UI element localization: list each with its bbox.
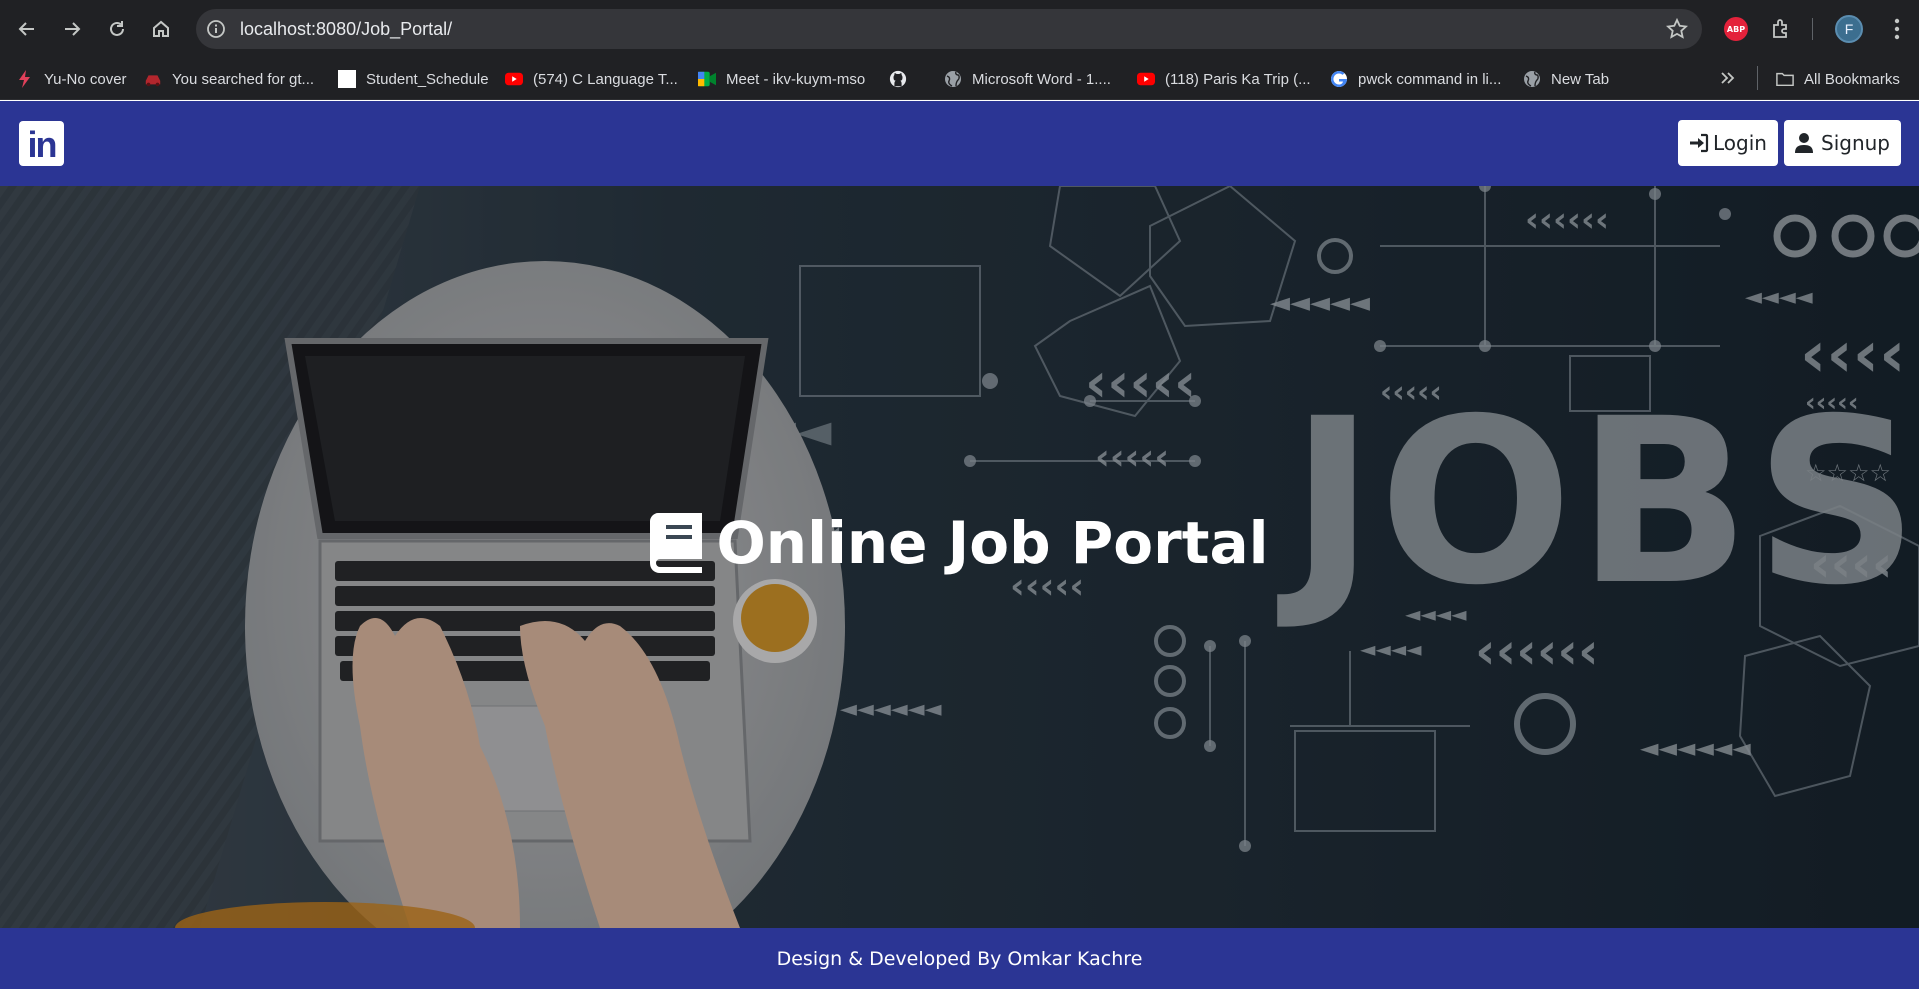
bookmark-item[interactable]: Yu-No cover bbox=[16, 66, 127, 92]
car-icon bbox=[144, 70, 162, 88]
url-text[interactable]: localhost:8080/Job_Portal/ bbox=[240, 19, 452, 39]
browser-toolbar: localhost:8080/Job_Portal/ ABP F bbox=[0, 0, 1919, 58]
more-menu-icon[interactable] bbox=[1884, 16, 1910, 42]
signup-label: Signup bbox=[1821, 131, 1890, 155]
meet-icon bbox=[698, 70, 716, 88]
bookmark-label: (574) C Language T... bbox=[533, 70, 678, 88]
toolbar-divider bbox=[1812, 18, 1813, 40]
login-label: Login bbox=[1713, 131, 1767, 155]
profile-avatar[interactable]: F bbox=[1835, 15, 1863, 43]
bookmark-label: Yu-No cover bbox=[44, 70, 127, 88]
bookmark-item[interactable]: Microsoft Word - 1.... bbox=[944, 66, 1111, 92]
login-button[interactable]: Login bbox=[1678, 120, 1778, 166]
bookmark-item[interactable]: pwck command in li... bbox=[1330, 66, 1501, 92]
all-bookmarks-button[interactable]: All Bookmarks bbox=[1776, 66, 1900, 92]
github-icon bbox=[889, 70, 907, 88]
linkedin-logo[interactable]: in bbox=[19, 121, 64, 166]
reload-icon[interactable] bbox=[102, 14, 132, 44]
bookmark-label: New Tab bbox=[1551, 70, 1610, 88]
sign-in-icon bbox=[1690, 133, 1709, 153]
youtube-icon bbox=[505, 70, 523, 88]
book-icon bbox=[650, 513, 703, 573]
signup-button[interactable]: Signup bbox=[1784, 120, 1901, 166]
bookmark-item[interactable]: (574) C Language T... bbox=[505, 66, 678, 92]
chevron-double-right-icon[interactable] bbox=[1716, 66, 1740, 90]
footer: Design & Developed By Omkar Kachre bbox=[0, 928, 1919, 989]
blank-page-icon bbox=[338, 70, 356, 88]
bookmark-label: pwck command in li... bbox=[1358, 70, 1502, 88]
bookmark-star-icon[interactable] bbox=[1665, 17, 1689, 40]
bookmark-label: Student_Schedule bbox=[366, 70, 489, 88]
bookmark-item[interactable]: Student_Schedule bbox=[338, 66, 489, 92]
bookmark-item[interactable]: (118) Paris Ka Trip (... bbox=[1137, 66, 1311, 92]
navbar: in Login Signup bbox=[0, 101, 1919, 186]
youtube-icon bbox=[1137, 70, 1155, 88]
forward-icon[interactable] bbox=[57, 14, 87, 44]
footer-credit: Design & Developed By Omkar Kachre bbox=[776, 947, 1143, 970]
bookmark-label: Microsoft Word - 1.... bbox=[972, 70, 1111, 88]
bookmarks-divider bbox=[1757, 66, 1758, 90]
bookmark-item[interactable]: Meet - ikv-kuym-mso bbox=[698, 66, 865, 92]
bookmark-item[interactable]: You searched for gt... bbox=[144, 66, 314, 92]
user-icon bbox=[1795, 133, 1813, 153]
hero-title: Online Job Portal bbox=[716, 509, 1269, 577]
adblock-extension-icon[interactable]: ABP bbox=[1724, 17, 1748, 41]
address-bar[interactable]: localhost:8080/Job_Portal/ bbox=[196, 9, 1702, 49]
site-info-icon[interactable] bbox=[206, 19, 226, 39]
globe-icon bbox=[1523, 70, 1541, 88]
lightning-icon bbox=[16, 70, 34, 88]
home-icon[interactable] bbox=[146, 14, 176, 44]
bookmark-label: Meet - ikv-kuym-mso bbox=[726, 70, 866, 88]
globe-icon bbox=[944, 70, 962, 88]
all-bookmarks-label: All Bookmarks bbox=[1804, 70, 1900, 88]
hero-banner: ‹‹‹‹‹‹ ◄◄◄◄◄ ◄◄◄◄ ‹‹‹‹ ‹‹‹‹‹ ‹‹‹‹‹ ‹‹‹‹‹… bbox=[0, 186, 1919, 928]
extensions-icon[interactable] bbox=[1769, 16, 1795, 42]
google-icon bbox=[1330, 70, 1348, 88]
page: in Login Signup ‹‹‹‹‹‹ ◄◄◄◄◄ ◄◄◄◄ ‹‹‹‹ ‹… bbox=[0, 101, 1919, 1007]
folder-icon bbox=[1776, 70, 1794, 88]
back-icon[interactable] bbox=[12, 14, 42, 44]
bookmark-label: You searched for gt... bbox=[172, 70, 315, 88]
bookmark-label: (118) Paris Ka Trip (... bbox=[1165, 70, 1311, 88]
bookmark-item[interactable]: New Tab bbox=[1523, 66, 1609, 92]
bookmark-item[interactable] bbox=[889, 66, 917, 92]
hero-heading: Online Job Portal bbox=[0, 509, 1919, 577]
bookmarks-bar: Yu-No cover You searched for gt... Stude… bbox=[0, 58, 1919, 100]
